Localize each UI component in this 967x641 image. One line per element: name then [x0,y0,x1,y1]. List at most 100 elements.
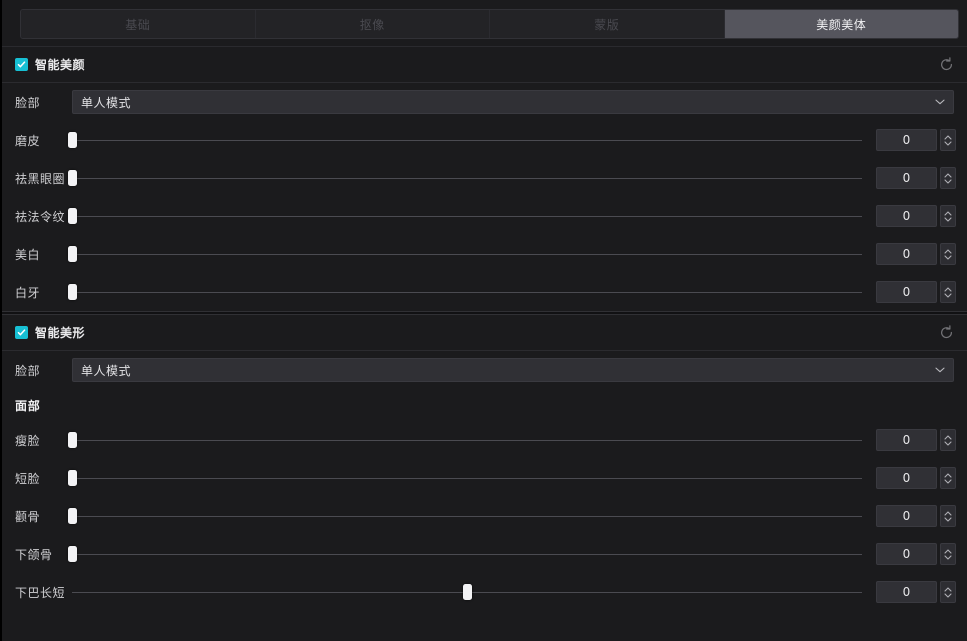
slider-whitening[interactable] [68,245,862,263]
slider-thumb[interactable] [68,546,77,562]
slider-track [72,253,862,255]
slider-face-slim[interactable] [68,431,862,449]
slider-jawbone[interactable] [68,545,862,563]
row-slider-face-short: 短脸 0 [2,459,967,497]
slider-face-short[interactable] [68,469,862,487]
slider-track [72,477,862,479]
number-input-chin-length[interactable]: 0 [876,581,956,603]
tab-bar: 基础 抠像 蒙版 美颜美体 [20,9,959,39]
checkbox-smart-reshape[interactable] [15,326,28,339]
label-chin-length: 下巴长短 [15,585,66,600]
row-slider-teeth-whitening: 白牙 0 [2,273,967,311]
stepper-face-slim[interactable] [940,429,956,451]
tab-mask[interactable]: 蒙版 [490,10,725,38]
section-title-smart-beauty: 智能美颜 [35,58,86,72]
tab-keying[interactable]: 抠像 [255,10,490,38]
label-dark-circles: 祛黑眼圈 [15,171,66,186]
slider-thumb[interactable] [68,470,77,486]
slider-thumb[interactable] [463,584,472,600]
stepper-dark-circles[interactable] [940,167,956,189]
stepper-face-short[interactable] [940,467,956,489]
number-value-cheekbone[interactable]: 0 [876,505,937,527]
number-value-chin-length[interactable]: 0 [876,581,937,603]
row-slider-nasolabial-folds: 祛法令纹 0 [2,197,967,235]
row-slider-face-slim: 瘦脸 0 [2,421,967,459]
number-input-nasolabial-folds[interactable]: 0 [876,205,956,227]
stepper-nasolabial-folds[interactable] [940,205,956,227]
slider-skin-smoothing[interactable] [68,131,862,149]
checkbox-smart-beauty[interactable] [15,58,28,71]
number-input-face-slim[interactable]: 0 [876,429,956,451]
reset-circular-arrow-icon-smart-reshape[interactable] [935,322,957,344]
label-jawbone: 下颌骨 [15,547,53,562]
number-value-teeth-whitening[interactable]: 0 [876,281,937,303]
section-header-smart-beauty: 智能美颜 [2,47,967,82]
section-smart-reshape: 智能美形 脸部 单人模式 面部 瘦脸 0 短脸 0 颧骨 0 下颌骨 0 下巴长… [2,315,967,611]
slider-track [72,177,862,179]
row-face-mode-reshape: 脸部 单人模式 [2,351,967,389]
slider-thumb[interactable] [68,246,77,262]
select-value-face-mode-reshape: 单人模式 [81,363,132,378]
stepper-teeth-whitening[interactable] [940,281,956,303]
stepper-chin-length[interactable] [940,581,956,603]
reset-circular-arrow-icon-smart-beauty[interactable] [935,54,957,76]
number-value-skin-smoothing[interactable]: 0 [876,129,937,151]
label-face-short: 短脸 [15,471,41,486]
label-teeth-whitening: 白牙 [15,285,41,300]
number-value-face-short[interactable]: 0 [876,467,937,489]
slider-teeth-whitening[interactable] [68,283,862,301]
slider-track [72,139,862,141]
stepper-whitening[interactable] [940,243,956,265]
stepper-skin-smoothing[interactable] [940,129,956,151]
slider-thumb[interactable] [68,508,77,524]
select-face-mode-reshape[interactable]: 单人模式 [72,358,954,382]
slider-thumb[interactable] [68,132,77,148]
label-skin-smoothing: 磨皮 [15,133,41,148]
slider-dark-circles[interactable] [68,169,862,187]
label-cheekbone: 颧骨 [15,509,41,524]
number-input-skin-smoothing[interactable]: 0 [876,129,956,151]
select-face-mode-beauty[interactable]: 单人模式 [72,90,954,114]
slider-track [72,291,862,293]
slider-cheekbone[interactable] [68,507,862,525]
section-title-smart-reshape: 智能美形 [35,326,86,340]
section-header-smart-reshape: 智能美形 [2,315,967,350]
number-input-whitening[interactable]: 0 [876,243,956,265]
beauty-settings-panel: 基础 抠像 蒙版 美颜美体 智能美颜 脸部 单人模式 磨皮 0 祛黑眼圈 0 祛… [0,0,967,641]
slider-chin-length[interactable] [72,583,862,601]
number-value-jawbone[interactable]: 0 [876,543,937,565]
slider-track [72,439,862,441]
slider-thumb[interactable] [68,208,77,224]
number-input-jawbone[interactable]: 0 [876,543,956,565]
label-whitening: 美白 [15,247,41,262]
row-slider-skin-smoothing: 磨皮 0 [2,121,967,159]
stepper-jawbone[interactable] [940,543,956,565]
slider-nasolabial-folds[interactable] [68,207,862,225]
number-input-teeth-whitening[interactable]: 0 [876,281,956,303]
tab-beauty-body[interactable]: 美颜美体 [724,10,958,38]
tab-basic[interactable]: 基础 [21,10,256,38]
row-slider-jawbone: 下颌骨 0 [2,535,967,573]
tab-bar-container: 基础 抠像 蒙版 美颜美体 [2,0,967,47]
number-input-dark-circles[interactable]: 0 [876,167,956,189]
slider-thumb[interactable] [68,432,77,448]
slider-thumb[interactable] [68,284,77,300]
slider-thumb[interactable] [68,170,77,186]
number-value-face-slim[interactable]: 0 [876,429,937,451]
number-value-dark-circles[interactable]: 0 [876,167,937,189]
label-face-reshape: 脸部 [15,363,41,378]
number-input-face-short[interactable]: 0 [876,467,956,489]
stepper-cheekbone[interactable] [940,505,956,527]
label-face-beauty: 脸部 [15,95,41,110]
row-face-mode-beauty: 脸部 单人模式 [2,83,967,121]
select-value-face-mode-beauty: 单人模式 [81,95,132,110]
row-slider-chin-length: 下巴长短 0 [2,573,967,611]
label-nasolabial-folds: 祛法令纹 [15,209,66,224]
number-input-cheekbone[interactable]: 0 [876,505,956,527]
row-slider-cheekbone: 颧骨 0 [2,497,967,535]
section-smart-beauty: 智能美颜 脸部 单人模式 磨皮 0 祛黑眼圈 0 祛法令纹 0 美白 0 白牙 … [2,47,967,311]
number-value-nasolabial-folds[interactable]: 0 [876,205,937,227]
chevron-down-icon-beauty [935,99,945,106]
number-value-whitening[interactable]: 0 [876,243,937,265]
slider-track [72,215,862,217]
